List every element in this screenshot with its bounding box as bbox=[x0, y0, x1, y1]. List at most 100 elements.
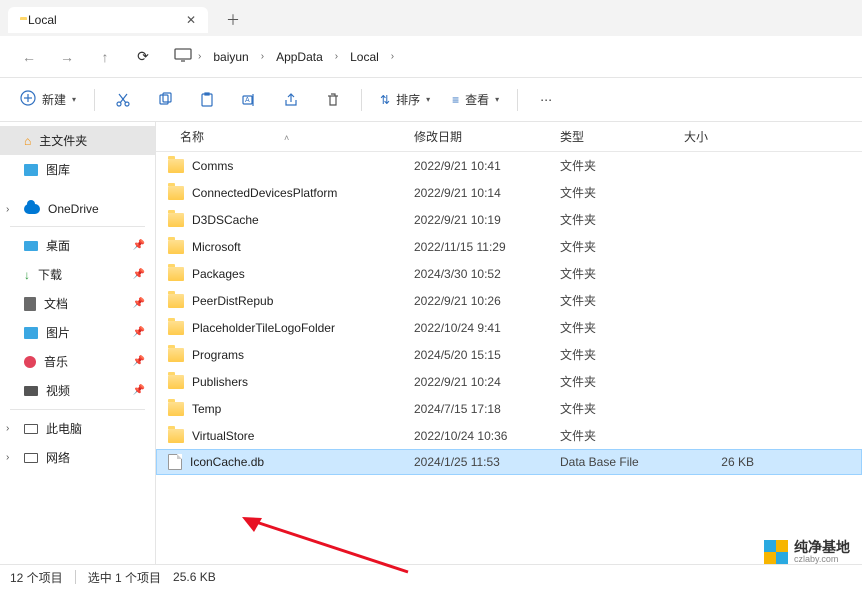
address-bar: ← → ↑ ⟳ › baiyun › AppData › Local › bbox=[0, 36, 862, 78]
file-type: 文件夹 bbox=[560, 373, 684, 390]
file-row[interactable]: PlaceholderTileLogoFolder2022/10/24 9:41… bbox=[156, 314, 862, 341]
file-date: 2022/9/21 10:19 bbox=[414, 213, 560, 227]
selected-count: 选中 1 个项目 bbox=[88, 569, 161, 586]
folder-icon bbox=[168, 348, 184, 362]
file-row[interactable]: Microsoft 2022/11/15 11:29文件夹 bbox=[156, 233, 862, 260]
file-row[interactable]: Publishers2022/9/21 10:24文件夹 bbox=[156, 368, 862, 395]
sidebar-item-pictures[interactable]: 图片 📌 bbox=[0, 318, 155, 347]
file-icon bbox=[168, 454, 182, 470]
folder-icon bbox=[168, 321, 184, 335]
file-type: 文件夹 bbox=[560, 211, 684, 228]
watermark-logo-icon bbox=[764, 540, 788, 564]
file-row[interactable]: Programs2024/5/20 15:15文件夹 bbox=[156, 341, 862, 368]
monitor-icon bbox=[174, 48, 192, 65]
paste-button[interactable] bbox=[187, 86, 227, 114]
expand-icon[interactable]: › bbox=[6, 204, 9, 215]
sidebar-item-downloads[interactable]: ↓ 下载 📌 bbox=[0, 260, 155, 289]
file-name: Microsoft bbox=[192, 240, 241, 254]
sidebar-label: 图库 bbox=[46, 161, 70, 178]
sidebar-item-thispc[interactable]: › 此电脑 bbox=[0, 414, 155, 443]
desktop-icon bbox=[24, 241, 38, 251]
file-type: 文件夹 bbox=[560, 184, 684, 201]
view-button[interactable]: ≡ 查看 ▾ bbox=[442, 85, 509, 114]
sidebar-item-desktop[interactable]: 桌面 📌 bbox=[0, 231, 155, 260]
pin-icon: 📌 bbox=[133, 385, 145, 396]
file-date: 2022/9/21 10:41 bbox=[414, 159, 560, 173]
up-button[interactable]: ↑ bbox=[88, 42, 122, 72]
sidebar-item-network[interactable]: › 网络 bbox=[0, 443, 155, 472]
sidebar-item-home[interactable]: ⌂ 主文件夹 bbox=[0, 126, 155, 155]
selected-size: 25.6 KB bbox=[173, 570, 216, 584]
file-type: 文件夹 bbox=[560, 400, 684, 417]
sort-button[interactable]: ⇅ 排序 ▾ bbox=[370, 85, 440, 114]
toolbar: 新建 ▾ A ⇅ 排序 ▾ ≡ 查看 ▾ ⋯ bbox=[0, 78, 862, 122]
sidebar-label: 此电脑 bbox=[46, 420, 82, 437]
sidebar-item-music[interactable]: 音乐 📌 bbox=[0, 347, 155, 376]
tab-local[interactable]: Local ✕ bbox=[8, 7, 208, 33]
network-icon bbox=[24, 453, 38, 463]
new-tab-button[interactable]: ＋ bbox=[226, 10, 240, 30]
file-row[interactable]: IconCache.db2024/1/25 11:53Data Base Fil… bbox=[156, 449, 862, 475]
file-date: 2022/10/24 9:41 bbox=[414, 321, 560, 335]
column-date[interactable]: 修改日期 bbox=[414, 128, 560, 145]
delete-button[interactable] bbox=[313, 86, 353, 114]
file-type: 文件夹 bbox=[560, 346, 684, 363]
breadcrumb-seg[interactable]: Local bbox=[344, 46, 385, 68]
breadcrumb-seg[interactable]: AppData bbox=[270, 46, 329, 68]
forward-button[interactable]: → bbox=[50, 42, 84, 72]
column-name[interactable]: 名称˄ bbox=[160, 128, 414, 145]
breadcrumb-seg[interactable]: baiyun bbox=[207, 46, 254, 68]
file-row[interactable]: VirtualStore2022/10/24 10:36文件夹 bbox=[156, 422, 862, 449]
divider bbox=[517, 89, 518, 111]
pin-icon: 📌 bbox=[133, 269, 145, 280]
share-button[interactable] bbox=[271, 86, 311, 114]
copy-button[interactable] bbox=[145, 86, 185, 114]
chevron-icon: › bbox=[329, 51, 344, 62]
file-type: 文件夹 bbox=[560, 238, 684, 255]
refresh-button[interactable]: ⟳ bbox=[126, 42, 160, 72]
sidebar-item-videos[interactable]: 视频 📌 bbox=[0, 376, 155, 405]
file-row[interactable]: ConnectedDevicesPlatform2022/9/21 10:14文… bbox=[156, 179, 862, 206]
new-button[interactable]: 新建 ▾ bbox=[10, 84, 86, 115]
file-type: 文件夹 bbox=[560, 319, 684, 336]
file-row[interactable]: D3DSCache2022/9/21 10:19文件夹 bbox=[156, 206, 862, 233]
cut-button[interactable] bbox=[103, 86, 143, 114]
more-button[interactable]: ⋯ bbox=[526, 87, 566, 113]
file-row[interactable]: PeerDistRepub2022/9/21 10:26文件夹 bbox=[156, 287, 862, 314]
column-headers[interactable]: 名称˄ 修改日期 类型 大小 bbox=[156, 122, 862, 152]
document-icon bbox=[24, 297, 36, 311]
watermark-text-cn: 纯净基地 bbox=[794, 540, 850, 555]
column-size[interactable]: 大小 bbox=[684, 128, 764, 145]
file-date: 2024/1/25 11:53 bbox=[414, 455, 560, 469]
sidebar-item-gallery[interactable]: 图库 bbox=[0, 155, 155, 184]
rename-button[interactable]: A bbox=[229, 86, 269, 114]
back-button[interactable]: ← bbox=[12, 42, 46, 72]
file-row[interactable]: Temp2024/7/15 17:18文件夹 bbox=[156, 395, 862, 422]
status-bar: 12 个项目 选中 1 个项目 25.6 KB bbox=[0, 564, 862, 589]
file-name: PeerDistRepub bbox=[192, 294, 273, 308]
gallery-icon bbox=[24, 164, 38, 176]
pin-icon: 📌 bbox=[133, 298, 145, 309]
breadcrumb[interactable]: › baiyun › AppData › Local › bbox=[174, 42, 850, 72]
sidebar-label: 下载 bbox=[38, 266, 62, 283]
file-date: 2022/11/15 11:29 bbox=[414, 240, 560, 254]
file-list: Comms2022/9/21 10:41文件夹ConnectedDevicesP… bbox=[156, 152, 862, 475]
file-date: 2022/10/24 10:36 bbox=[414, 429, 560, 443]
expand-icon[interactable]: › bbox=[6, 452, 9, 463]
close-icon[interactable]: ✕ bbox=[186, 13, 196, 27]
sidebar-item-documents[interactable]: 文档 📌 bbox=[0, 289, 155, 318]
sort-icon: ⇅ bbox=[380, 93, 390, 107]
plus-circle-icon bbox=[20, 90, 36, 109]
file-row[interactable]: Packages2024/3/30 10:52文件夹 bbox=[156, 260, 862, 287]
sidebar: ⌂ 主文件夹 图库 › OneDrive 桌面 📌 ↓ 下载 📌 文档 📌 bbox=[0, 122, 156, 564]
file-row[interactable]: Comms2022/9/21 10:41文件夹 bbox=[156, 152, 862, 179]
caret-down-icon: ▾ bbox=[72, 95, 76, 104]
column-type[interactable]: 类型 bbox=[560, 128, 684, 145]
divider bbox=[94, 89, 95, 111]
home-icon: ⌂ bbox=[24, 134, 31, 148]
file-date: 2022/9/21 10:14 bbox=[414, 186, 560, 200]
sidebar-item-onedrive[interactable]: › OneDrive bbox=[0, 196, 155, 222]
file-date: 2022/9/21 10:26 bbox=[414, 294, 560, 308]
expand-icon[interactable]: › bbox=[6, 423, 9, 434]
pin-icon: 📌 bbox=[133, 240, 145, 251]
